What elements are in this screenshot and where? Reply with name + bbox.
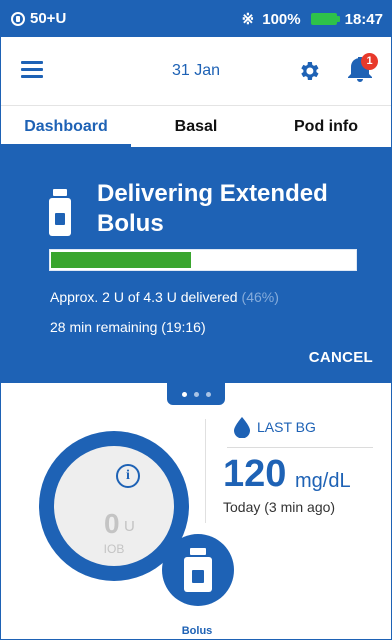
system-status: ※ 100% 18:47 [241, 10, 383, 29]
last-bg-label: LAST BG [257, 419, 316, 435]
notification-badge: 1 [361, 53, 378, 70]
iob-label: IOB [103, 542, 125, 556]
clock: 18:47 [344, 10, 383, 28]
page-dot [205, 391, 211, 397]
tab-basal[interactable]: Basal [131, 106, 261, 147]
header-date: 31 Jan [171, 62, 221, 79]
page-dot [181, 391, 187, 397]
delivered-text: Approx. 2 U of 4.3 U delivered [50, 289, 238, 305]
cancel-button[interactable]: CANCEL [309, 349, 373, 366]
app-header: 31 Jan 1 [1, 37, 391, 105]
bg-value: 120 [223, 453, 287, 495]
pod-icon [11, 11, 25, 26]
insulin-vial-icon [49, 189, 71, 236]
bolus-button[interactable] [162, 534, 234, 606]
delivery-title: Delivering Extended Bolus [97, 180, 328, 237]
pod-status: 50+U [11, 10, 66, 27]
bluetooth-icon: ※ [241, 11, 255, 28]
status-bar: 50+U ※ 100% 18:47 [1, 1, 391, 37]
info-icon[interactable]: i [116, 464, 140, 488]
app-frame: 50+U ※ 100% 18:47 31 Jan 1 Dashboard Bas… [0, 0, 392, 640]
blood-drop-icon [234, 417, 250, 438]
delivery-progress-bar [49, 249, 357, 271]
bolus-button-label[interactable]: Bolus [1, 625, 391, 637]
battery-percent: 100% [262, 10, 301, 28]
insulin-vial-icon [184, 548, 212, 592]
page-dot [193, 391, 199, 397]
divider [227, 447, 373, 448]
iob-value: 0 [104, 508, 120, 539]
bg-unit: mg/dL [295, 470, 351, 492]
divider [205, 419, 206, 523]
delivered-amount: Approx. 2 U of 4.3 U delivered (46%) [50, 289, 279, 305]
tab-dashboard[interactable]: Dashboard [1, 106, 131, 147]
battery-icon [310, 13, 340, 25]
delivery-progress-fill [51, 252, 191, 268]
bg-time: Today (3 min ago) [223, 499, 336, 515]
time-remaining: 28 min remaining (19:16) [50, 319, 206, 335]
iob-inner: i 0 U IOB [54, 446, 174, 566]
bolus-delivery-panel: Delivering Extended Bolus Approx. 2 U of… [1, 147, 391, 383]
delivered-percent: (46%) [241, 289, 279, 305]
iob-unit: U [124, 518, 135, 535]
page-indicator[interactable] [167, 383, 225, 405]
tab-pod-info[interactable]: Pod info [261, 106, 391, 147]
pod-status-text: 50+U [30, 10, 67, 27]
gear-icon[interactable] [297, 59, 321, 83]
tab-bar: Dashboard Basal Pod info [1, 105, 391, 147]
